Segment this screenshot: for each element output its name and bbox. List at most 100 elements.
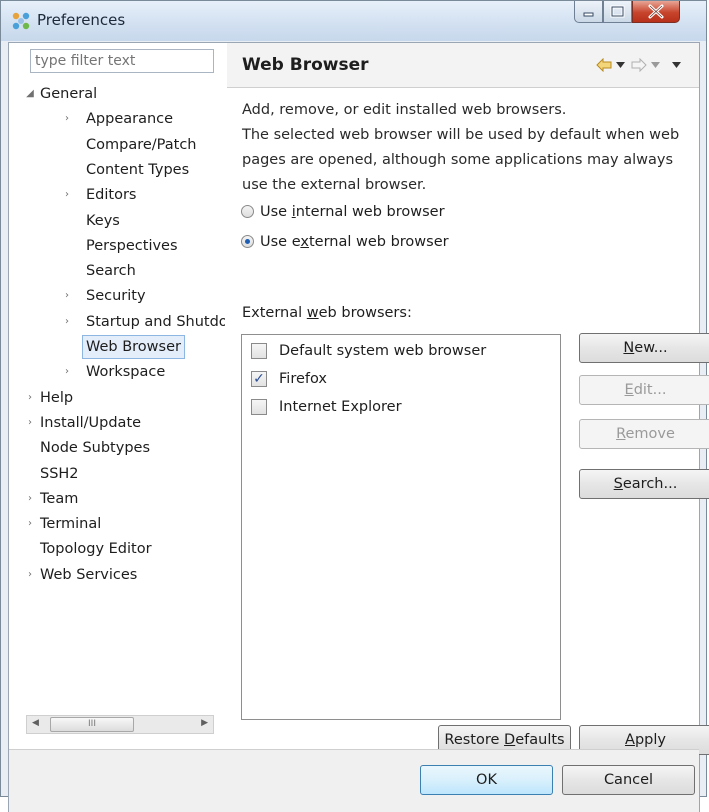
- edit-button[interactable]: Edit...: [579, 375, 709, 405]
- tree-item-security[interactable]: › Security: [9, 284, 225, 308]
- tree-item-ssh2[interactable]: SSH2: [9, 462, 225, 486]
- radio-external-label: Use external web browser: [260, 234, 449, 250]
- radio-internal-label: Use internal web browser: [260, 204, 445, 220]
- tree-item-label: SSH2: [40, 465, 79, 482]
- tree-item-label: Node Subtypes: [40, 440, 150, 457]
- title-bar[interactable]: Preferences: [1, 1, 706, 41]
- close-button[interactable]: [632, 1, 680, 23]
- collapsed-twisty-icon[interactable]: ›: [61, 310, 73, 334]
- collapsed-twisty-icon[interactable]: ›: [24, 411, 36, 435]
- tree-item-label: Keys: [86, 212, 120, 229]
- minimize-icon: [583, 12, 594, 17]
- scroll-grip: III: [88, 719, 96, 729]
- description-line: Add, remove, or edit installed web brows…: [242, 102, 567, 118]
- tree-item-label: General: [40, 86, 98, 102]
- tree-item-appearance[interactable]: › Appearance: [9, 107, 225, 131]
- tree-item-label: Team: [40, 490, 79, 507]
- window-title: Preferences: [37, 11, 126, 29]
- tree-item-workspace[interactable]: › Workspace: [9, 360, 225, 384]
- tree-item-label: Editors: [86, 187, 137, 204]
- tree-item-team[interactable]: › Team: [9, 487, 225, 511]
- preference-tree[interactable]: ◢ General › Appearance Compare/Patch Content …: [9, 82, 225, 674]
- remove-button[interactable]: Remove: [579, 419, 709, 449]
- back-dropdown-icon[interactable]: [616, 62, 625, 68]
- tree-item-compare-patch[interactable]: Compare/Patch: [9, 133, 225, 157]
- browser-label: Internet Explorer: [279, 399, 402, 415]
- page-title: Web Browser: [242, 55, 369, 75]
- external-browsers-label: External web browsers:: [242, 305, 412, 321]
- collapsed-twisty-icon[interactable]: ›: [61, 183, 73, 207]
- preference-tree-pane: ◢General›AppearanceCompare/PatchContent …: [9, 43, 228, 743]
- preference-page: Web Browser Add, remove, or edit install…: [227, 43, 709, 755]
- scroll-left-icon[interactable]: ◀: [32, 718, 39, 728]
- tree-item-web-services[interactable]: › Web Services: [9, 563, 225, 587]
- tree-item-label: Appearance: [86, 111, 174, 128]
- collapsed-twisty-icon[interactable]: ›: [24, 386, 36, 410]
- tree-item-label: Security: [86, 288, 146, 305]
- checkbox-checked-icon[interactable]: ✓: [251, 371, 267, 387]
- tree-item-web-browser[interactable]: Web Browser: [9, 335, 225, 359]
- tree-item-editors[interactable]: › Editors: [9, 183, 225, 207]
- tree-item-content-types[interactable]: Content Types: [9, 158, 225, 182]
- browser-list[interactable]: Default system web browser ✓ Firefox Intern…: [241, 334, 561, 720]
- tree-item-startup-and-shutdown[interactable]: › Startup and Shutdown: [9, 310, 225, 334]
- tree-item-search[interactable]: Search: [9, 259, 225, 283]
- tree-item-terminal[interactable]: › Terminal: [9, 512, 225, 536]
- search-button[interactable]: Search...: [579, 469, 709, 499]
- tree-item-install-update[interactable]: › Install/Update: [9, 411, 225, 435]
- filter-input[interactable]: [30, 49, 214, 73]
- tree-item-label: Install/Update: [40, 414, 142, 431]
- forward-dropdown-icon[interactable]: [651, 62, 660, 68]
- expanded-twisty-icon[interactable]: ◢: [24, 82, 36, 106]
- cancel-button[interactable]: Cancel: [562, 765, 695, 795]
- radio-internal-icon[interactable]: [241, 205, 254, 218]
- tree-item-keys[interactable]: Keys: [9, 209, 225, 233]
- preferences-window: Preferences ◢General›AppearanceCompare/P…: [0, 0, 709, 812]
- tree-item-label: Web Browser: [82, 335, 185, 359]
- collapsed-twisty-icon[interactable]: ›: [24, 512, 36, 536]
- tree-item-topology-editor[interactable]: Topology Editor: [9, 537, 225, 561]
- checkbox-icon[interactable]: [251, 343, 267, 359]
- ok-button[interactable]: OK: [420, 765, 553, 795]
- tree-item-label: Topology Editor: [40, 541, 152, 558]
- maximize-button[interactable]: [603, 1, 632, 23]
- preferences-icon: [12, 12, 30, 30]
- collapsed-twisty-icon[interactable]: ›: [24, 487, 36, 511]
- tree-item-label: Web Services: [40, 566, 138, 583]
- tree-item-label: Content Types: [86, 161, 190, 178]
- radio-external-icon[interactable]: [241, 235, 254, 248]
- tree-item-perspectives[interactable]: Perspectives: [9, 234, 225, 258]
- collapsed-twisty-icon[interactable]: ›: [61, 107, 73, 131]
- scroll-thumb[interactable]: III: [50, 717, 134, 732]
- tree-item-label: Help: [40, 389, 74, 406]
- checkbox-icon[interactable]: [251, 399, 267, 415]
- tree-item-label: Startup and Shutdown: [86, 313, 225, 330]
- horizontal-scrollbar[interactable]: ◀ III ▶: [26, 715, 214, 734]
- forward-arrow-icon[interactable]: [631, 58, 647, 72]
- tree-item-help[interactable]: › Help: [9, 386, 225, 410]
- dialog-button-bar: OK Cancel: [9, 749, 699, 812]
- view-menu-icon[interactable]: [672, 62, 681, 68]
- tree-item-label: Perspectives: [86, 237, 178, 254]
- page-description: Add, remove, or edit installed web brows…: [242, 98, 702, 198]
- tree-item-label: Compare/Patch: [86, 136, 197, 153]
- tree-item-label: Terminal: [40, 516, 102, 533]
- collapsed-twisty-icon[interactable]: ›: [61, 284, 73, 308]
- close-icon: [648, 4, 664, 19]
- scroll-right-icon[interactable]: ▶: [201, 718, 208, 728]
- tree-item-label: Workspace: [86, 364, 166, 381]
- maximize-icon: [610, 5, 625, 18]
- new-button[interactable]: New...: [579, 333, 709, 363]
- collapsed-twisty-icon[interactable]: ›: [24, 563, 36, 587]
- back-arrow-icon[interactable]: [596, 58, 612, 72]
- page-header: Web Browser: [227, 43, 699, 88]
- dialog-client-area: ◢General›AppearanceCompare/PatchContent …: [8, 42, 709, 812]
- minimize-button[interactable]: [574, 1, 603, 23]
- tree-item-general[interactable]: ◢ General: [9, 82, 225, 106]
- tree-item-node-subtypes[interactable]: Node Subtypes: [9, 436, 225, 460]
- collapsed-twisty-icon[interactable]: ›: [61, 360, 73, 384]
- tree-item-label: Search: [86, 263, 136, 280]
- browser-label: Default system web browser: [279, 343, 487, 359]
- browser-label: Firefox: [279, 371, 327, 387]
- description-line: The selected web browser will be used by…: [242, 127, 680, 193]
